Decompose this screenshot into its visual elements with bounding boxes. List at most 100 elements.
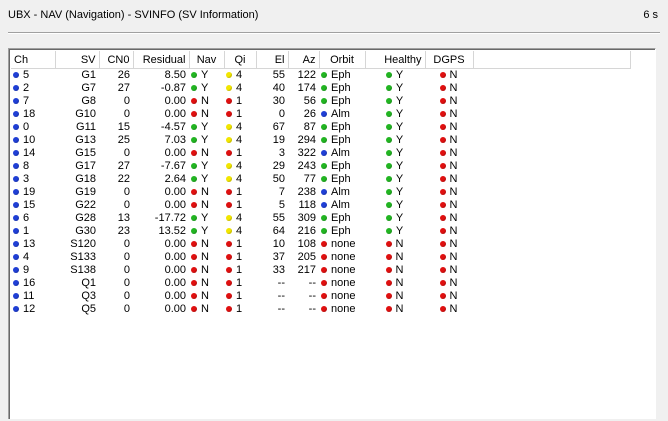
dgps-cell: N (425, 121, 473, 134)
dgps-cell: N (425, 238, 473, 251)
table-row[interactable]: 8 G17 27 -7.67 Y 4 29 243 Eph Y N (11, 160, 630, 173)
table-row[interactable]: 12 Q5 0 0.00 N 1 -- -- none N N (11, 303, 630, 316)
table-row[interactable]: 9 S138 0 0.00 N 1 33 217 none N N (11, 264, 630, 277)
sv-info-list[interactable]: Ch SV CN0 Residual Nav Qi El Az Orbit He… (8, 48, 656, 419)
dgps-cell: N (425, 173, 473, 186)
el-value: 29 (272, 160, 285, 172)
column-header-orbit[interactable]: Orbit (319, 51, 366, 69)
el-value: 5 (278, 199, 285, 211)
qi-value: 4 (236, 121, 243, 133)
orbit-value: Eph (331, 69, 351, 81)
nav-cell: N (189, 238, 224, 251)
healthy-cell: Y (365, 69, 425, 83)
dgps-cell: N (425, 199, 473, 212)
nav-value: N (201, 108, 209, 120)
ch-cell: 18 (11, 108, 55, 121)
ch-value: 4 (23, 251, 30, 263)
ch-cell: 16 (11, 277, 55, 290)
channel-dot-icon (13, 254, 19, 260)
qi-value: 1 (236, 290, 243, 302)
dgps-value: N (449, 303, 458, 315)
table-row[interactable]: 15 G22 0 0.00 N 1 5 118 Alm Y N (11, 199, 630, 212)
nav-status-dot-icon (191, 176, 197, 182)
healthy-value: N (395, 303, 404, 315)
qi-status-dot-icon (226, 228, 232, 234)
table-row[interactable]: 2 G7 27 -0.87 Y 4 40 174 Eph Y N (11, 82, 630, 95)
ch-value: 14 (23, 147, 36, 159)
sv-value: G15 (75, 147, 96, 159)
table-row[interactable]: 0 G11 15 -4.57 Y 4 67 87 Eph Y N (11, 121, 630, 134)
qi-value: 1 (236, 186, 243, 198)
orbit-cell: Eph (319, 95, 365, 108)
filler-cell (473, 160, 630, 173)
column-header-cn0[interactable]: CN0 (99, 51, 134, 69)
table-row[interactable]: 13 S120 0 0.00 N 1 10 108 none N N (11, 238, 630, 251)
orbit-value: Alm (331, 108, 350, 120)
column-header-ch[interactable]: Ch (11, 51, 56, 69)
column-header-az[interactable]: Az (288, 51, 320, 69)
table-row[interactable]: 1 G30 23 13.52 Y 4 64 216 Eph Y N (11, 225, 630, 238)
dgps-status-dot-icon (439, 98, 446, 104)
column-header-nav[interactable]: Nav (189, 51, 225, 69)
ch-cell: 10 (11, 134, 55, 147)
az-value: 108 (297, 238, 316, 250)
table-row[interactable]: 5 G1 26 8.50 Y 4 55 122 Eph Y N (11, 69, 630, 83)
sv-value: G7 (81, 82, 96, 94)
table-row[interactable]: 11 Q3 0 0.00 N 1 -- -- none N N (11, 290, 630, 303)
cn0-value: 22 (117, 173, 130, 185)
healthy-status-dot-icon (385, 241, 392, 247)
el-value: 19 (272, 134, 285, 146)
qi-value: 4 (236, 173, 243, 185)
column-header-healthy[interactable]: Healthy (365, 51, 426, 69)
cn0-value: 26 (117, 69, 130, 81)
qi-value: 1 (236, 95, 243, 107)
sv-value: G22 (75, 199, 96, 211)
el-value: 7 (278, 186, 285, 198)
ch-value: 6 (23, 212, 30, 224)
az-value: 216 (297, 225, 316, 237)
column-header-dgps[interactable]: DGPS (425, 51, 474, 69)
az-value: 56 (303, 95, 316, 107)
cn0-value: 0 (123, 238, 130, 250)
ch-cell: 8 (11, 160, 55, 173)
orbit-status-dot-icon (321, 72, 327, 78)
healthy-status-dot-icon (385, 137, 392, 143)
el-value: -- (277, 290, 285, 302)
dgps-status-dot-icon (439, 150, 446, 156)
ch-cell: 6 (11, 212, 55, 225)
table-row[interactable]: 7 G8 0 0.00 N 1 30 56 Eph Y N (11, 95, 630, 108)
column-header-sv[interactable]: SV (55, 51, 100, 69)
filler-cell (473, 199, 630, 212)
table-row[interactable]: 18 G10 0 0.00 N 1 0 26 Alm Y N (11, 108, 630, 121)
column-header-qi[interactable]: Qi (224, 51, 257, 69)
cn0-value: 0 (123, 277, 130, 289)
table-row[interactable]: 4 S133 0 0.00 N 1 37 205 none N N (11, 251, 630, 264)
healthy-cell: N (365, 290, 425, 303)
orbit-cell: none (319, 238, 365, 251)
orbit-status-dot-icon (321, 111, 327, 117)
column-header-residual[interactable]: Residual (133, 51, 190, 69)
healthy-cell: Y (365, 199, 425, 212)
qi-value: 1 (236, 238, 243, 250)
dgps-value: N (449, 199, 458, 211)
healthy-cell: Y (365, 82, 425, 95)
qi-value: 1 (236, 277, 243, 289)
qi-cell: 4 (224, 134, 256, 147)
nav-value: Y (201, 225, 209, 237)
table-row[interactable]: 6 G28 13 -17.72 Y 4 55 309 Eph Y N (11, 212, 630, 225)
orbit-status-dot-icon (321, 202, 327, 208)
table-row[interactable]: 14 G15 0 0.00 N 1 3 322 Alm Y N (11, 147, 630, 160)
orbit-value: none (331, 264, 356, 276)
az-value: 118 (298, 199, 316, 211)
channel-dot-icon (13, 215, 19, 221)
healthy-value: Y (395, 134, 404, 146)
table-row[interactable]: 10 G13 25 7.03 Y 4 19 294 Eph Y N (11, 134, 630, 147)
qi-status-dot-icon (226, 280, 232, 286)
table-row[interactable]: 19 G19 0 0.00 N 1 7 238 Alm Y N (11, 186, 630, 199)
table-row[interactable]: 3 G18 22 2.64 Y 4 50 77 Eph Y N (11, 173, 630, 186)
column-header-el[interactable]: El (256, 51, 289, 69)
table-row[interactable]: 16 Q1 0 0.00 N 1 -- -- none N N (11, 277, 630, 290)
nav-cell: Y (189, 69, 224, 83)
dgps-cell: N (425, 108, 473, 121)
nav-value: Y (201, 160, 209, 172)
